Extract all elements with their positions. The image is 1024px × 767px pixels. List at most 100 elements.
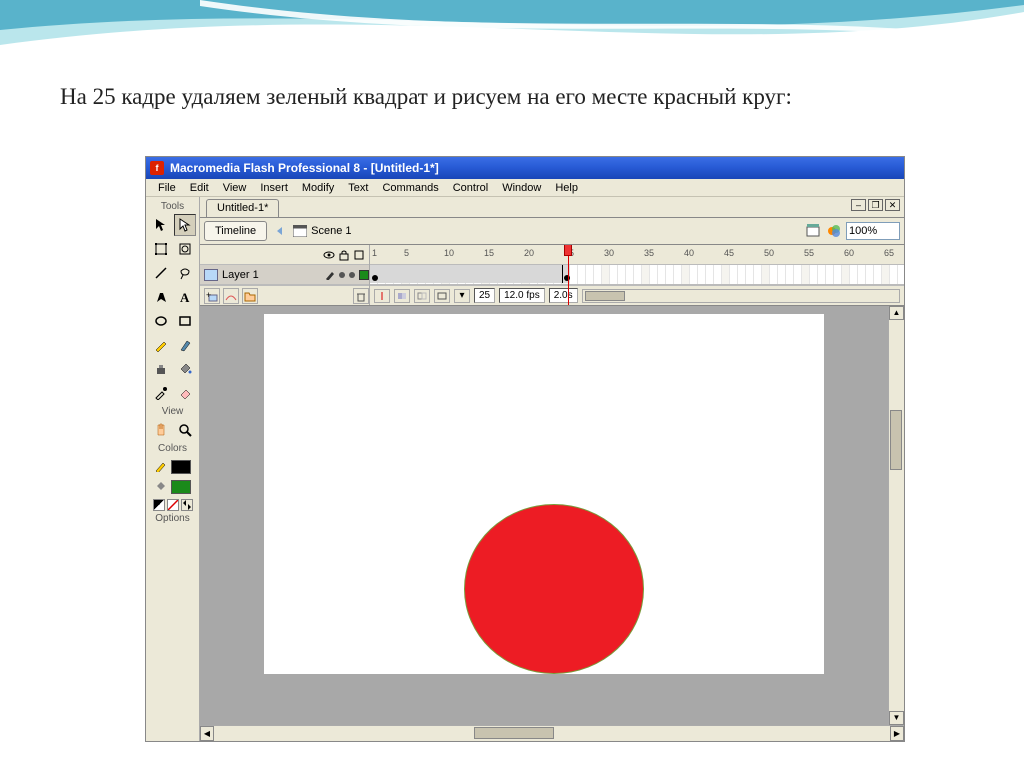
frame-cell[interactable] xyxy=(890,265,898,284)
frame-cell[interactable] xyxy=(794,265,802,284)
timeline-hscrollbar[interactable] xyxy=(582,289,900,303)
frame-cell[interactable] xyxy=(738,265,746,284)
frame-cell[interactable] xyxy=(706,265,714,284)
layer-row[interactable]: Layer 1 xyxy=(200,265,369,285)
default-colors-btn[interactable] xyxy=(153,499,165,511)
frame-cell[interactable] xyxy=(826,265,834,284)
frame-cell[interactable] xyxy=(666,265,674,284)
keyframe-start[interactable] xyxy=(372,275,378,281)
frame-cell[interactable] xyxy=(778,265,786,284)
gradient-transform-tool[interactable] xyxy=(174,238,196,260)
frame-cell[interactable] xyxy=(578,265,586,284)
center-frame-btn[interactable] xyxy=(374,289,390,303)
frame-cell[interactable] xyxy=(722,265,730,284)
swap-colors-btn[interactable] xyxy=(181,499,193,511)
vscroll-down-arrow[interactable]: ▼ xyxy=(889,711,904,725)
frame-cell[interactable] xyxy=(818,265,826,284)
eraser-tool[interactable] xyxy=(174,382,196,404)
frame-cell[interactable] xyxy=(690,265,698,284)
frame-cell[interactable] xyxy=(874,265,882,284)
frame-cell[interactable] xyxy=(842,265,850,284)
frame-cell[interactable] xyxy=(626,265,634,284)
timeline-hscroll-thumb[interactable] xyxy=(585,291,625,301)
subselection-tool[interactable] xyxy=(174,214,196,236)
frame-cell[interactable] xyxy=(594,265,602,284)
doc-restore-btn[interactable]: ❐ xyxy=(868,199,883,211)
insert-motion-guide-btn[interactable] xyxy=(223,288,239,304)
zoom-tool[interactable] xyxy=(174,419,196,441)
frame-cell[interactable] xyxy=(746,265,754,284)
oval-tool[interactable] xyxy=(150,310,172,332)
modify-onion-markers-btn[interactable]: ▾ xyxy=(454,289,470,303)
frame-cell[interactable] xyxy=(858,265,866,284)
insert-layer-btn[interactable]: + xyxy=(204,288,220,304)
edit-symbols-icon[interactable] xyxy=(826,223,842,239)
outline-column-icon[interactable] xyxy=(353,249,365,261)
menu-edit[interactable]: Edit xyxy=(184,180,215,196)
document-tab[interactable]: Untitled-1* xyxy=(206,199,279,217)
text-tool[interactable]: A xyxy=(174,286,196,308)
hscroll-left-arrow[interactable]: ◀ xyxy=(200,726,214,741)
layer-visible-dot[interactable] xyxy=(339,272,345,278)
menu-text[interactable]: Text xyxy=(342,180,374,196)
frame-cell[interactable] xyxy=(570,265,578,284)
eyedropper-tool[interactable] xyxy=(150,382,172,404)
zoom-input[interactable] xyxy=(846,222,900,240)
visibility-column-icon[interactable] xyxy=(323,249,335,261)
hand-tool[interactable] xyxy=(150,419,172,441)
timeline-ruler[interactable]: 1 5 10 15 20 25 30 35 40 45 50 55 60 65 xyxy=(370,245,904,265)
frame-cell[interactable] xyxy=(674,265,682,284)
frame-cell[interactable] xyxy=(658,265,666,284)
menu-file[interactable]: File xyxy=(152,180,182,196)
frame-cell[interactable] xyxy=(898,265,904,284)
edit-multiple-frames-btn[interactable] xyxy=(434,289,450,303)
frame-cell[interactable] xyxy=(602,265,610,284)
stroke-color-swatch[interactable] xyxy=(171,460,191,474)
line-tool[interactable] xyxy=(150,262,172,284)
frame-cell[interactable] xyxy=(770,265,778,284)
frame-cell[interactable] xyxy=(754,265,762,284)
frame-cell[interactable] xyxy=(650,265,658,284)
brush-tool[interactable] xyxy=(174,334,196,356)
frame-cell[interactable] xyxy=(642,265,650,284)
fill-color-swatch[interactable] xyxy=(171,480,191,494)
frame-cell[interactable] xyxy=(682,265,690,284)
frame-cell[interactable] xyxy=(762,265,770,284)
menu-window[interactable]: Window xyxy=(496,180,547,196)
insert-folder-btn[interactable] xyxy=(242,288,258,304)
rectangle-tool[interactable] xyxy=(174,310,196,332)
paint-bucket-tool[interactable] xyxy=(174,358,196,380)
hscroll-right-arrow[interactable]: ▶ xyxy=(890,726,904,741)
onion-skin-outlines-btn[interactable] xyxy=(414,289,430,303)
menu-commands[interactable]: Commands xyxy=(376,180,444,196)
frame-cell[interactable] xyxy=(786,265,794,284)
vscroll-thumb[interactable] xyxy=(890,410,902,470)
stage-canvas[interactable] xyxy=(264,314,824,674)
onion-skin-btn[interactable] xyxy=(394,289,410,303)
doc-close-btn[interactable]: ✕ xyxy=(885,199,900,211)
menu-help[interactable]: Help xyxy=(549,180,584,196)
frame-cell[interactable] xyxy=(802,265,810,284)
delete-layer-btn[interactable] xyxy=(353,288,369,304)
lock-column-icon[interactable] xyxy=(338,249,350,261)
hscroll-thumb[interactable] xyxy=(474,727,554,739)
stage-hscrollbar[interactable]: ◀ ▶ xyxy=(200,725,904,741)
stage-vscrollbar[interactable]: ▲ ▼ xyxy=(888,306,904,725)
menu-view[interactable]: View xyxy=(217,180,253,196)
frame-cell[interactable] xyxy=(618,265,626,284)
frame-cell[interactable] xyxy=(610,265,618,284)
frame-track[interactable] xyxy=(370,265,904,285)
playhead[interactable] xyxy=(568,245,569,305)
menu-modify[interactable]: Modify xyxy=(296,180,340,196)
selection-tool[interactable] xyxy=(150,214,172,236)
frame-cell[interactable] xyxy=(866,265,874,284)
lasso-tool[interactable] xyxy=(174,262,196,284)
layer-outline-color[interactable] xyxy=(359,270,369,280)
vscroll-up-arrow[interactable]: ▲ xyxy=(889,306,904,320)
edit-scene-icon[interactable] xyxy=(806,223,822,239)
doc-minimize-btn[interactable]: – xyxy=(851,199,866,211)
menu-insert[interactable]: Insert xyxy=(254,180,294,196)
frame-cell[interactable] xyxy=(882,265,890,284)
no-color-btn[interactable] xyxy=(167,499,179,511)
layer-lock-dot[interactable] xyxy=(349,272,355,278)
